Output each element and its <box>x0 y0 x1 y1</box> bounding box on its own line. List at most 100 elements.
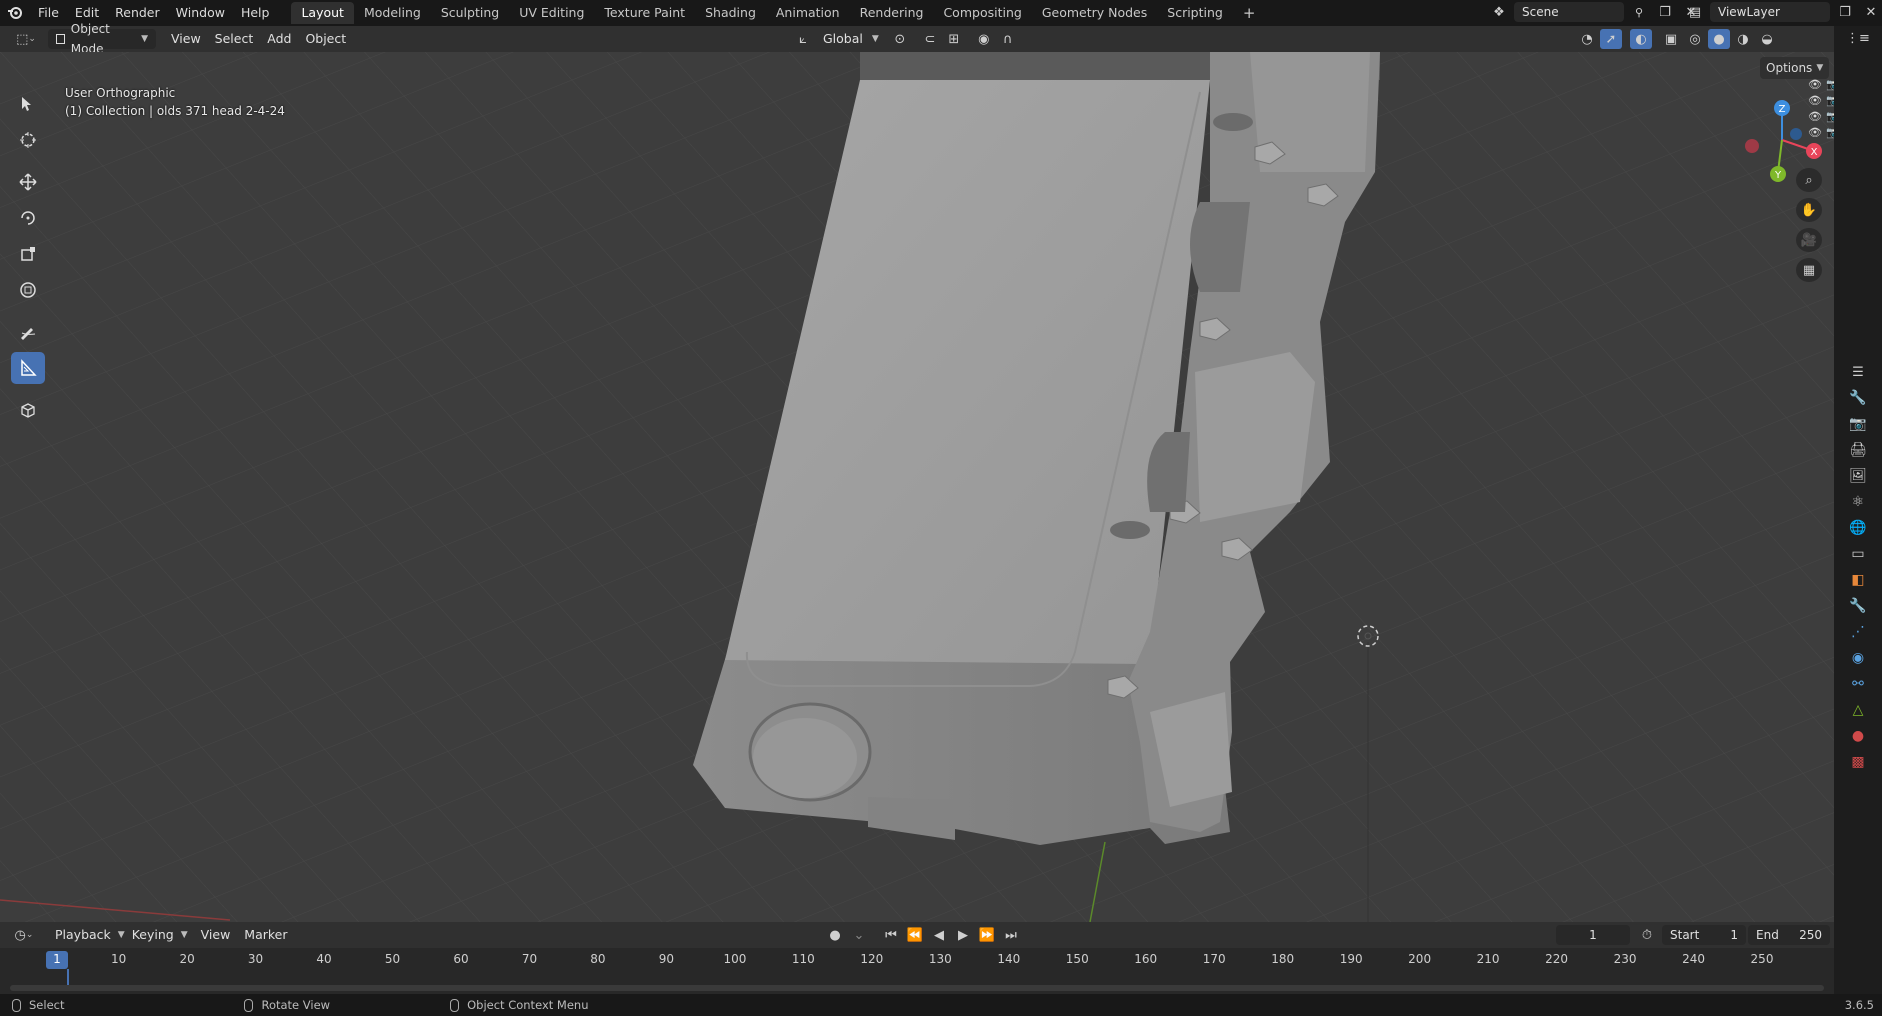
blender-logo-icon[interactable] <box>0 2 30 24</box>
collection-properties-icon[interactable]: ▭ <box>1844 542 1872 566</box>
move-icon[interactable] <box>11 166 45 198</box>
transform-icon[interactable] <box>11 274 45 306</box>
zoom-icon[interactable]: ⌕ <box>1796 168 1822 192</box>
menu-timeline-view[interactable]: View <box>194 925 238 945</box>
add-cube-icon[interactable] <box>11 394 45 426</box>
proportional-edit-icon[interactable]: ◉ <box>973 29 995 49</box>
menu-view[interactable]: View <box>164 29 208 49</box>
menu-keying[interactable]: Keying <box>125 925 181 945</box>
transform-orientation-dropdown[interactable]: Global <box>816 29 870 49</box>
eye-icon[interactable]: 👁 <box>1808 110 1822 123</box>
editor-type-icon[interactable]: ⬚ ⌄ <box>8 29 44 49</box>
options-dropdown[interactable]: Options ▼ <box>1760 57 1830 79</box>
camera-render-icon[interactable]: 📷 <box>1826 110 1834 123</box>
falloff-icon[interactable]: ∩ <box>997 29 1019 49</box>
tab-rendering[interactable]: Rendering <box>850 2 934 24</box>
tab-uv-editing[interactable]: UV Editing <box>509 2 594 24</box>
output-properties-icon[interactable]: 🖨 <box>1844 438 1872 462</box>
object-properties-icon[interactable]: ◧ <box>1844 568 1872 592</box>
material-properties-icon[interactable]: ● <box>1844 724 1872 748</box>
start-frame-field[interactable]: Start 1 <box>1662 925 1746 945</box>
tab-layout[interactable]: Layout <box>291 2 354 24</box>
particles-properties-icon[interactable]: ⋰ <box>1844 620 1872 644</box>
ortho-grid-icon[interactable]: ▦ <box>1796 258 1822 282</box>
overlay-icon[interactable]: ◐ <box>1630 29 1652 49</box>
record-icon[interactable]: ● <box>824 925 846 945</box>
tab-compositing[interactable]: Compositing <box>933 2 1031 24</box>
scene-icon[interactable]: ❖ <box>1488 2 1510 22</box>
tab-animation[interactable]: Animation <box>766 2 850 24</box>
3d-viewport[interactable]: User Orthographic (1) Collection | olds … <box>0 52 1834 922</box>
scale-icon[interactable] <box>11 238 45 270</box>
view-layer-icon[interactable]: ▤ <box>1684 2 1706 22</box>
menu-marker[interactable]: Marker <box>237 925 294 945</box>
camera-icon[interactable]: 🎥 <box>1796 228 1822 252</box>
tab-shading[interactable]: Shading <box>695 2 766 24</box>
rotate-icon[interactable] <box>11 202 45 234</box>
constraints-properties-icon[interactable]: ⚯ <box>1844 672 1872 696</box>
close-view-layer-icon[interactable]: ✕ <box>1860 2 1882 22</box>
tab-texture-paint[interactable]: Texture Paint <box>594 2 695 24</box>
rendered-shading-icon[interactable]: ◒ <box>1756 29 1778 49</box>
prev-keyframe-icon[interactable]: ⏪ <box>904 925 926 945</box>
menu-window[interactable]: Window <box>168 2 233 24</box>
scene-field[interactable]: Scene <box>1514 2 1624 22</box>
keyframe-type-icon[interactable]: ⌄ <box>848 925 870 945</box>
current-frame-field[interactable]: 1 <box>1556 925 1630 945</box>
pivot-point-icon[interactable]: ⊙ <box>889 29 911 49</box>
menu-add[interactable]: Add <box>260 29 298 49</box>
tab-sculpting[interactable]: Sculpting <box>431 2 509 24</box>
properties-editor-icon[interactable]: ☰ <box>1847 360 1869 384</box>
frame-ruler[interactable]: 10 20 30 40 50 60 70 80 90 100 110 120 130 140 150 160 1… <box>0 948 1834 970</box>
tab-modeling[interactable]: Modeling <box>354 2 431 24</box>
data-properties-icon[interactable]: △ <box>1844 698 1872 722</box>
tab-scripting[interactable]: Scripting <box>1157 2 1233 24</box>
tab-geometry-nodes[interactable]: Geometry Nodes <box>1032 2 1157 24</box>
add-workspace-icon[interactable]: + <box>1233 2 1266 24</box>
play-reverse-icon[interactable]: ◀ <box>928 925 950 945</box>
timeline-scrollbar[interactable] <box>10 985 1824 991</box>
timeline[interactable]: 10 20 30 40 50 60 70 80 90 100 110 120 130 140 150 160 1… <box>0 948 1834 994</box>
eye-icon[interactable]: 👁 <box>1808 126 1822 139</box>
pan-hand-icon[interactable]: ✋ <box>1796 198 1822 222</box>
texture-properties-icon[interactable]: ▩ <box>1844 750 1872 774</box>
jump-start-icon[interactable]: ⏮ <box>880 925 902 945</box>
new-scene-icon[interactable]: ❐ <box>1654 2 1676 22</box>
material-shading-icon[interactable]: ◑ <box>1732 29 1754 49</box>
solid-shading-icon[interactable]: ● <box>1708 29 1730 49</box>
eye-icon[interactable]: 👁 <box>1808 78 1822 91</box>
camera-render-icon[interactable]: 📷 <box>1826 126 1834 139</box>
jump-end-icon[interactable]: ⏭ <box>1000 925 1022 945</box>
snap-target-icon[interactable]: ⊞ <box>943 29 965 49</box>
new-view-layer-icon[interactable]: ❐ <box>1834 2 1856 22</box>
world-properties-icon[interactable]: 🌐 <box>1844 516 1872 540</box>
menu-select[interactable]: Select <box>208 29 261 49</box>
play-icon[interactable]: ▶ <box>952 925 974 945</box>
annotate-icon[interactable] <box>11 316 45 348</box>
snap-toggle-icon[interactable]: ⊂ <box>919 29 941 49</box>
transform-orientation-icon[interactable]: ⟀ <box>792 29 814 49</box>
next-keyframe-icon[interactable]: ⏩ <box>976 925 998 945</box>
view-layer-field[interactable]: ViewLayer <box>1710 2 1830 22</box>
mode-dropdown[interactable]: Object Mode ▼ <box>48 22 156 56</box>
pin-icon[interactable]: ⚲ <box>1628 2 1650 22</box>
camera-render-icon[interactable]: 📷 <box>1826 78 1834 91</box>
modifier-properties-icon[interactable]: 🔧 <box>1844 594 1872 618</box>
physics-properties-icon[interactable]: ◉ <box>1844 646 1872 670</box>
tool-settings-icon[interactable]: 🔧 <box>1844 386 1872 410</box>
outliner-editor-icon[interactable]: ⋮≡ <box>1846 26 1870 50</box>
render-properties-icon[interactable]: 📷 <box>1844 412 1872 436</box>
end-frame-field[interactable]: End 250 <box>1748 925 1830 945</box>
gizmo-icon[interactable]: ➚ <box>1600 29 1622 49</box>
scene-properties-icon[interactable]: ⚛ <box>1844 490 1872 514</box>
visibility-icon[interactable]: ◔ <box>1576 29 1598 49</box>
menu-playback[interactable]: Playback <box>48 925 118 945</box>
wireframe-shading-icon[interactable]: ◎ <box>1684 29 1706 49</box>
menu-object[interactable]: Object <box>298 29 353 49</box>
eye-icon[interactable]: 👁 <box>1808 94 1822 107</box>
xray-icon[interactable]: ▣ <box>1660 29 1682 49</box>
timeline-editor-icon[interactable]: ◷ ⌄ <box>8 925 40 945</box>
measure-icon[interactable] <box>11 352 45 384</box>
camera-render-icon[interactable]: 📷 <box>1826 94 1834 107</box>
menu-file[interactable]: File <box>30 2 67 24</box>
